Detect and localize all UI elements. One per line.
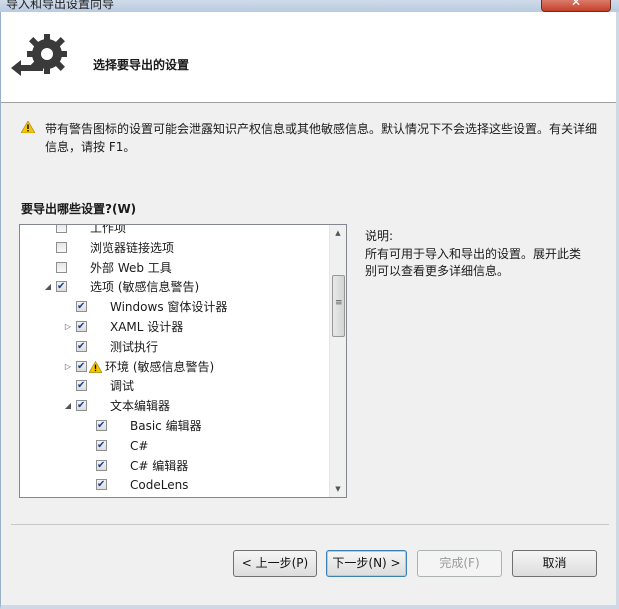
collapsed-arrow-icon[interactable]: ▷ [63,357,73,377]
tree-item-checkbox[interactable] [76,376,87,396]
tree-item[interactable]: Windows 窗体设计器 [20,297,325,317]
description-text: 所有可用于导入和导出的设置。展开此类别可以查看更多详细信息。 [365,247,582,278]
tree-item-label: 环境 (敏感信息警告) [105,359,215,374]
tree-item-label: 选项 (敏感信息警告) [90,280,200,295]
tree-item[interactable]: ◢ 选项 (敏感信息警告) [20,277,325,297]
tree-item-checkbox[interactable] [76,396,87,416]
footer-divider [11,524,609,525]
tree-item[interactable]: 浏览器链接选项 [20,238,325,258]
warning-message: 带有警告图标的设置可能会泄露知识产权信息或其他敏感信息。默认情况下不会选择这些设… [45,122,598,154]
wizard-dialog: 选择要导出的设置 带有警告图标的设置可能会泄露知识产权信息或其他敏感信息。默认情… [0,12,619,609]
tree-item[interactable]: C# [20,436,325,456]
tree-item-label: CodeLens [130,478,189,493]
collapsed-arrow-icon[interactable]: ▷ [63,317,73,337]
tree-item-checkbox[interactable] [96,436,107,456]
tree-item-label: 调试 [110,379,135,394]
tree-item-label: C# 编辑器 [130,458,189,473]
tree-item[interactable]: ▷ 环境 (敏感信息警告) [20,357,325,377]
tree-item-checkbox[interactable] [56,277,67,297]
scroll-up-icon[interactable]: ▲ [330,225,346,241]
tree-item-checkbox[interactable] [96,475,107,495]
tree-item-checkbox[interactable] [96,456,107,476]
settings-tree[interactable]: 工作项浏览器链接选项外部 Web 工具 ◢ 选项 (敏感信息警告) Windows 窗… [19,224,347,498]
tree-item-checkbox[interactable] [76,357,87,377]
tree-item-checkbox[interactable] [56,225,67,233]
tree-item-checkbox[interactable] [96,416,107,436]
tree-item-label: Windows 窗体设计器 [110,300,228,315]
cancel-button[interactable]: 取消 [512,550,597,577]
tree-item-checkbox[interactable] [56,261,67,273]
tree-item-label: 浏览器链接选项 [90,240,175,255]
close-icon: ✕ [571,0,582,9]
grip-icon: ≡ [335,298,343,308]
header-panel: 选择要导出的设置 [1,12,616,103]
tree-item[interactable]: CodeLens [20,475,325,495]
description-label: 说明: [365,229,394,243]
expanded-arrow-icon[interactable]: ◢ [43,277,53,297]
tree-item[interactable]: ◢ 文本编辑器 [20,396,325,416]
tree-item-label: Basic 编辑器 [130,419,202,433]
tree-item[interactable]: ▷ XAML 设计器 [20,317,325,337]
page-title: 选择要导出的设置 [93,58,190,72]
settings-tree-label: 要导出哪些设置?(W) [21,202,137,216]
tree-item-label: 工作项 [90,224,127,235]
tree-item-checkbox[interactable] [76,297,87,317]
scroll-down-icon[interactable]: ▼ [330,481,346,497]
tree-item[interactable]: 工作项 [20,224,325,238]
back-button[interactable]: < 上一步(P) [233,550,317,577]
warning-icon [89,360,102,373]
tree-item-label: 文本编辑器 [110,399,171,414]
tree-item-checkbox[interactable] [56,241,67,253]
next-button[interactable]: 下一步(N) > [326,550,407,577]
tree-item-label: C# [130,438,149,453]
export-gear-icon [11,34,67,76]
tree-item-label: 外部 Web 工具 [90,260,172,275]
tree-item[interactable]: Basic 编辑器 [20,416,325,436]
tree-item-label: XAML 设计器 [110,320,184,334]
tree-item[interactable]: 测试执行 [20,337,325,357]
finish-button[interactable]: 完成(F) [417,550,502,577]
tree-item-checkbox[interactable] [76,337,87,357]
tree-item[interactable]: C# 编辑器 [20,456,325,476]
title-bar: 导入和导出设置向导 ✕ [0,0,619,12]
warning-icon [21,121,35,133]
tree-item-label: 测试执行 [110,339,159,354]
window-title: 导入和导出设置向导 [6,0,115,11]
expanded-arrow-icon[interactable]: ◢ [63,396,73,416]
vertical-scrollbar[interactable]: ▲ ≡ ▼ [329,225,346,497]
tree-item[interactable]: 调试 [20,376,325,396]
close-button[interactable]: ✕ [541,0,611,12]
scroll-thumb[interactable]: ≡ [332,275,345,337]
tree-item-checkbox[interactable] [76,317,87,337]
tree-item[interactable]: 外部 Web 工具 [20,258,325,278]
